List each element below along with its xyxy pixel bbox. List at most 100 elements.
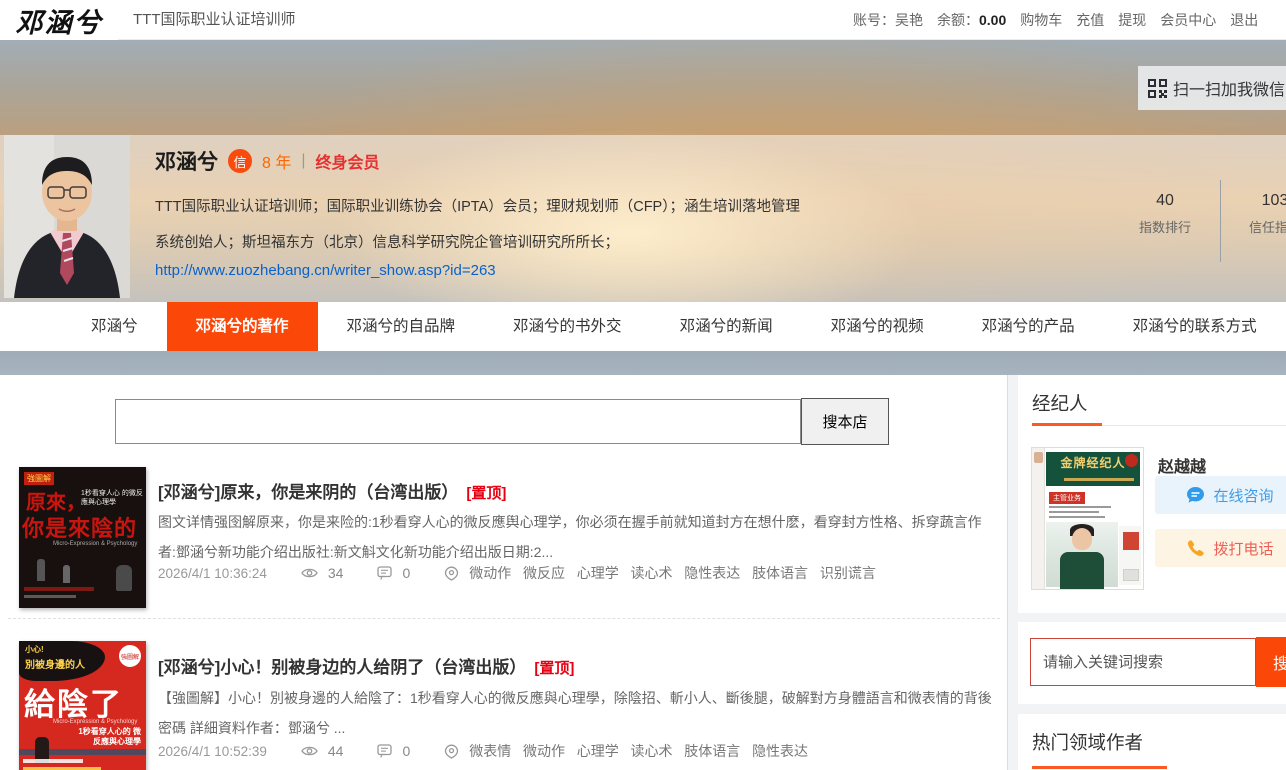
article-tag[interactable]: 微表情 (469, 743, 511, 759)
qr-scan-label: 扫一扫加我微信 (1173, 76, 1285, 100)
views-count: 34 (328, 565, 344, 581)
tab-book-diplomacy[interactable]: 邓涵兮的书外交 (484, 302, 651, 351)
article-tag[interactable]: 微动作 (523, 743, 565, 759)
qr-code-icon (1148, 79, 1167, 98)
online-consult-button[interactable]: 在线咨询 (1155, 476, 1286, 514)
shop-search-button[interactable]: 搜本店 (801, 398, 889, 445)
main-nav: 邓涵兮 邓涵兮的著作 邓涵兮的自品牌 邓涵兮的书外交 邓涵兮的新闻 邓涵兮的视频… (0, 302, 1286, 351)
topbar-menu: 账号：吴艳 余额：0.00 购物车 充值 提现 会员中心 退出 (853, 0, 1258, 40)
call-phone-button[interactable]: 拨打电话 (1155, 529, 1286, 567)
views-count: 44 (328, 743, 344, 759)
agent-photo (1046, 522, 1118, 587)
article-meta-2: 2026/4/1 10:52:39 44 0 微表情 微动作 心理学 读心术 肢… (158, 741, 816, 761)
tab-brand[interactable]: 邓涵兮的自品牌 (318, 302, 485, 351)
article-excerpt-2: 【強圖解】小心！別被身邊的人給陰了：1秒看穿人心的微反應與心理學，除陰招、斬小人… (158, 683, 996, 743)
poster-decor (1072, 528, 1092, 550)
cover2-splash-text1: 小心! (25, 644, 44, 655)
menu-member-center[interactable]: 会员中心 (1160, 10, 1216, 30)
article-meta-1: 2026/4/1 10:36:24 34 0 微动作 微反应 心理学 读心术 隐… (158, 563, 884, 583)
article-tag[interactable]: 隐性表达 (752, 743, 808, 759)
menu-withdraw[interactable]: 提现 (1118, 10, 1146, 30)
profile-photo-image (4, 135, 130, 298)
cover1-figure (37, 559, 45, 581)
book-cover-2[interactable]: 小心! 別被身邊的人 強圖解 給陰了 Micro-Expression & Ps… (19, 641, 146, 770)
cover2-splash-text2: 別被身邊的人 (25, 656, 85, 671)
article-tag[interactable]: 心理学 (577, 743, 619, 759)
cover1-figure (63, 565, 70, 583)
article-tag[interactable]: 肢体语言 (752, 565, 808, 581)
comments-count: 0 (402, 743, 410, 759)
article-tag[interactable]: 心理学 (577, 565, 619, 581)
keyword-search-input[interactable] (1030, 638, 1256, 686)
poster-decor (1049, 511, 1099, 513)
article-tag[interactable]: 隐性表达 (684, 565, 740, 581)
article-tag[interactable]: 微反应 (523, 565, 565, 581)
chat-bubble-icon (1186, 486, 1205, 505)
call-phone-label: 拨打电话 (1213, 538, 1273, 559)
membership-level: 终身会员 (316, 149, 380, 173)
views-icon (301, 745, 318, 757)
poster-decor (1064, 478, 1134, 481)
hot-authors-card: 热门领域作者 (1018, 714, 1286, 770)
topbar: 邓涵兮 TTT国际职业认证培训师 账号：吴艳 余额：0.00 购物车 充值 提现… (0, 0, 1286, 40)
agent-section-title: 经纪人 (1032, 390, 1088, 416)
site-search-button[interactable]: 搜全站 (1256, 637, 1286, 687)
article-tag[interactable]: 微动作 (469, 565, 511, 581)
comments-icon (377, 566, 392, 580)
profile-name-row: 邓涵兮 信 8 年 | 终身会员 (155, 146, 380, 176)
poster-decor (1049, 516, 1105, 518)
poster-tag: 主管业务 (1049, 492, 1085, 504)
article-tag[interactable]: 读心术 (631, 743, 673, 759)
tab-works[interactable]: 邓涵兮的著作 (167, 302, 318, 351)
tab-contact[interactable]: 邓涵兮的联系方式 (1104, 302, 1286, 351)
agent-name: 赵越越 (1158, 453, 1206, 477)
stats-divider (1220, 180, 1221, 262)
cover2-badge: 強圖解 (119, 645, 141, 667)
separator: | (301, 152, 305, 170)
comments-icon (377, 744, 392, 758)
poster-decor (1049, 506, 1111, 508)
menu-logout[interactable]: 退出 (1230, 10, 1258, 30)
tag-icon (444, 566, 459, 581)
article-title-2[interactable]: [邓涵兮]小心！别被身边的人给阴了（台湾出版）[置顶] (158, 653, 574, 678)
profile-bio-line2: 系统创始人；斯坦福东方（北京）信息科学研究院企管培训研究所所长； (155, 231, 895, 252)
hot-authors-title: 热门领域作者 (1032, 729, 1143, 755)
profile-url-link[interactable]: http://www.zuozhebang.cn/writer_show.asp… (155, 262, 496, 279)
article-tag[interactable]: 肢体语言 (684, 743, 740, 759)
poster-decor (1123, 569, 1139, 581)
tab-news[interactable]: 邓涵兮的新闻 (651, 302, 802, 351)
section-accent (1032, 423, 1102, 426)
list-divider (8, 618, 1000, 619)
profile-photo (4, 135, 130, 298)
agent-poster[interactable]: 金牌经纪人 主管业务 (1031, 447, 1144, 590)
trust-badge: 信 (228, 149, 252, 173)
menu-cart[interactable]: 购物车 (1020, 10, 1062, 30)
section-accent (1032, 766, 1167, 769)
poster-decor (1123, 532, 1139, 550)
article-excerpt-1: 图文详情强囹解原来，你是来险的:1秒看穿人心的微反應舆心理学，你必须在握手前就知… (158, 507, 996, 567)
main-content: 搜本店 強圖解 原來， 1秒看穿人心 的微反應與心理學 你是來陰的 Micro-… (0, 375, 1008, 770)
cover1-decor (24, 595, 76, 598)
member-years: 8 年 (262, 149, 291, 173)
shop-search-input[interactable] (115, 399, 801, 444)
comments-count: 0 (402, 565, 410, 581)
site-logo[interactable]: 邓涵兮 (0, 0, 118, 40)
tag-icon (444, 744, 459, 759)
poster-decor (1060, 552, 1104, 590)
site-title: TTT国际职业认证培训师 (133, 0, 296, 40)
stat-trust-index: 103 信任指数 (1240, 192, 1286, 236)
tab-home[interactable]: 邓涵兮 (62, 302, 167, 351)
tab-videos[interactable]: 邓涵兮的视频 (802, 302, 953, 351)
balance-info: 余额：0.00 (937, 10, 1006, 30)
views-icon (301, 567, 318, 579)
qr-scan-button[interactable]: 扫一扫加我微信 (1138, 66, 1286, 110)
poster-seal (1125, 454, 1138, 467)
sidebar-search-card: 搜全站 (1018, 622, 1286, 704)
article-tag[interactable]: 读心术 (631, 565, 673, 581)
phone-icon (1186, 539, 1205, 558)
tab-products[interactable]: 邓涵兮的产品 (953, 302, 1104, 351)
article-tag[interactable]: 识别谎言 (820, 565, 876, 581)
menu-recharge[interactable]: 充值 (1076, 10, 1104, 30)
article-title-1[interactable]: [邓涵兮]原来，你是来阴的（台湾出版）[置顶] (158, 478, 506, 503)
book-cover-1[interactable]: 強圖解 原來， 1秒看穿人心 的微反應與心理學 你是來陰的 Micro-Expr… (19, 467, 146, 608)
